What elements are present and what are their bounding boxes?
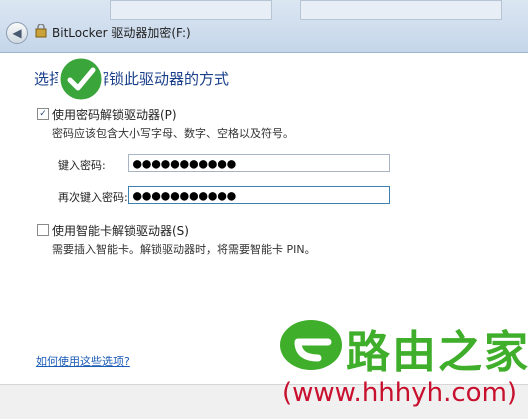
window-title: BitLocker 驱动器加密(F:) xyxy=(52,26,191,40)
router-logo-icon xyxy=(280,320,342,370)
watermark-url: (www.hhhyh.com) xyxy=(282,378,518,408)
help-link[interactable]: 如何使用这些选项? xyxy=(36,353,130,369)
window-titlebar: ◀ BitLocker 驱动器加密(F:) xyxy=(0,0,528,53)
smartcard-option-label: 使用智能卡解锁驱动器(S) xyxy=(52,224,189,238)
password-field-label: 键入密码: xyxy=(58,159,106,172)
background-drive-bar xyxy=(110,0,272,20)
password-checkbox[interactable]: ✓ xyxy=(37,108,49,120)
password-option-label: 使用密码解锁驱动器(P) xyxy=(52,108,177,122)
checkmark-badge-icon xyxy=(57,55,105,103)
watermark-brand: 路由之家 xyxy=(346,327,528,378)
confirm-password-input[interactable]: ●●●●●●●●●●● xyxy=(128,186,390,204)
password-input[interactable]: ●●●●●●●●●●● xyxy=(128,154,390,172)
bitlocker-icon xyxy=(35,24,47,38)
back-button[interactable]: ◀ xyxy=(6,22,28,44)
confirm-field-label: 再次键入密码: xyxy=(58,191,128,204)
smartcard-checkbox[interactable] xyxy=(37,224,49,236)
back-arrow-icon: ◀ xyxy=(12,26,22,40)
background-drive-bar xyxy=(300,0,502,20)
password-hint: 密码应该包含大小写字母、数字、空格以及符号。 xyxy=(52,127,294,140)
smartcard-hint: 需要插入智能卡。解锁驱动器时，将需要智能卡 PIN。 xyxy=(52,243,316,256)
